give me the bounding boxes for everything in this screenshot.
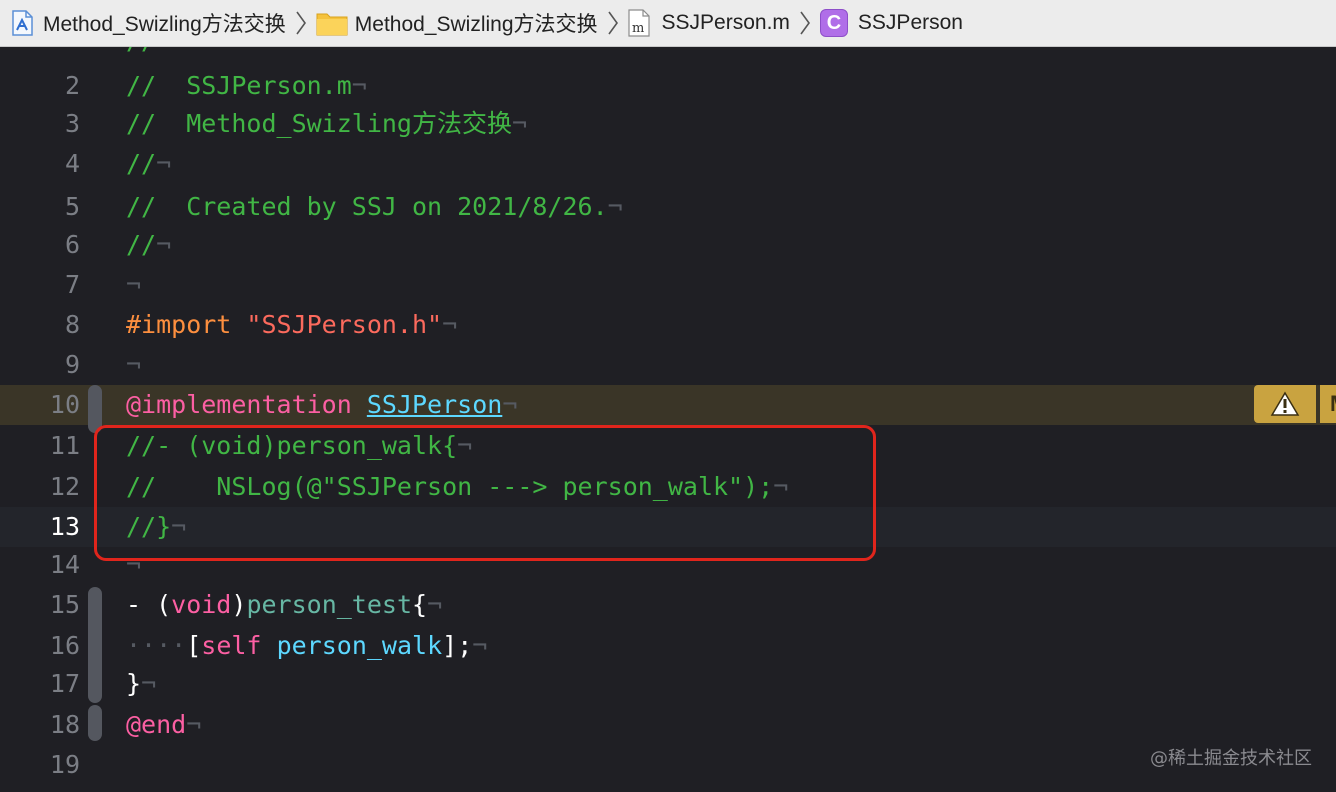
code-text: //}¬	[126, 512, 187, 541]
line-number: 17	[49, 669, 80, 698]
line-number: 3	[64, 109, 80, 138]
warning-triangle-icon	[1270, 391, 1300, 416]
code-text: // Method_Swizling方法交换¬	[126, 109, 528, 138]
code-text: @implementation SSJPerson¬	[126, 390, 518, 419]
objc-source-file-icon: m	[627, 9, 650, 37]
line-number: 5	[64, 192, 80, 221]
code-editor[interactable]: // 2 // SSJPerson.m¬ 3 // Method_Swizlin…	[0, 47, 1336, 792]
warning-message-text: M	[1330, 391, 1336, 416]
code-text: //¬	[126, 149, 172, 178]
code-text: //¬	[126, 230, 172, 259]
code-line: 6 //¬	[0, 225, 1336, 265]
line-number: 6	[64, 230, 80, 259]
breadcrumb-file-label: SSJPerson.m	[661, 11, 790, 34]
line-number: 13	[49, 512, 80, 541]
code-line-current: 13 //}¬	[0, 507, 1336, 547]
line-number: 12	[49, 472, 80, 501]
code-line: 8 #import "SSJPerson.h"¬	[0, 305, 1336, 345]
line-number: 4	[64, 149, 80, 178]
chevron-right-icon	[607, 11, 618, 35]
code-line: 19	[0, 745, 1336, 785]
code-line: 4 //¬	[0, 144, 1336, 184]
code-line: 12 // NSLog(@"SSJPerson ---> person_walk…	[0, 467, 1336, 507]
code-line-warning: 10 @implementation SSJPerson¬	[0, 385, 1336, 425]
code-line: 7 ¬	[0, 265, 1336, 305]
code-text: ¬	[126, 550, 142, 579]
code-line: 2 // SSJPerson.m¬	[0, 66, 1336, 106]
code-text: // SSJPerson.m¬	[126, 71, 367, 100]
line-number: 9	[64, 350, 80, 379]
breadcrumb-symbol-label: SSJPerson	[857, 11, 963, 34]
line-number: 14	[49, 550, 80, 579]
code-line: 14 ¬	[0, 545, 1336, 585]
code-fold-ribbon[interactable]	[88, 587, 102, 703]
code-line: 16 ····[self person_walk];¬	[0, 626, 1336, 666]
xcode-project-icon	[8, 9, 36, 37]
chevron-right-icon	[296, 11, 306, 35]
chevron-right-icon	[800, 11, 810, 35]
breadcrumb-symbol[interactable]: C SSJPerson	[819, 0, 963, 46]
breadcrumb-folder-label: Method_Swizling方法交换	[354, 13, 598, 36]
code-line: 15 - (void)person_test{¬	[0, 585, 1336, 625]
breadcrumb-folder[interactable]: Method_Swizling方法交换	[316, 0, 598, 46]
code-line: //	[0, 47, 1336, 61]
code-line: 3 // Method_Swizling方法交换¬	[0, 104, 1336, 144]
code-text: ····[self person_walk];¬	[126, 631, 488, 660]
line-number: 2	[64, 71, 80, 100]
line-number: 18	[49, 710, 80, 739]
line-number: 16	[49, 631, 80, 660]
code-fold-ribbon[interactable]	[88, 385, 102, 433]
watermark: @稀土掘金技术社区	[1150, 748, 1312, 769]
line-number: 19	[49, 750, 80, 779]
breadcrumb-project[interactable]: Method_Swizling方法交换	[0, 0, 286, 46]
code-line: 5 // Created by SSJ on 2021/8/26.¬	[0, 187, 1336, 227]
code-line: 9 ¬	[0, 345, 1336, 385]
line-number: 7	[64, 270, 80, 299]
code-line: 17 }¬	[0, 664, 1336, 704]
line-number: 11	[49, 431, 80, 460]
code-text: // Created by SSJ on 2021/8/26.¬	[126, 192, 623, 221]
warning-badge[interactable]	[1254, 385, 1316, 423]
code-text: //- (void)person_walk{¬	[126, 431, 473, 460]
line-number: 15	[49, 590, 80, 619]
code-text: #import "SSJPerson.h"¬	[126, 310, 458, 339]
code-text: ¬	[126, 270, 142, 299]
class-symbol-icon: C	[819, 9, 848, 37]
line-number: 10	[49, 390, 80, 419]
code-text: ¬	[126, 350, 142, 379]
code-line: 18 @end¬	[0, 705, 1336, 745]
breadcrumb-file[interactable]: m SSJPerson.m	[627, 0, 790, 46]
code-text: - (void)person_test{¬	[126, 590, 443, 619]
code-fold-ribbon[interactable]	[88, 705, 102, 741]
breadcrumb-project-label: Method_Swizling方法交换	[43, 13, 286, 36]
code-text: @end¬	[126, 710, 202, 739]
code-line: 11 //- (void)person_walk{¬	[0, 426, 1336, 466]
line-number: 8	[64, 310, 80, 339]
file-icon-letter: m	[632, 21, 644, 36]
code-text: //	[126, 47, 156, 61]
code-text: }¬	[126, 669, 157, 698]
warning-message-truncated[interactable]: M	[1320, 385, 1336, 423]
folder-icon	[316, 10, 348, 36]
code-text: // NSLog(@"SSJPerson ---> person_walk");…	[126, 472, 789, 501]
jump-bar: Method_Swizling方法交换 Method_Swizling方法交换 …	[0, 0, 1336, 47]
